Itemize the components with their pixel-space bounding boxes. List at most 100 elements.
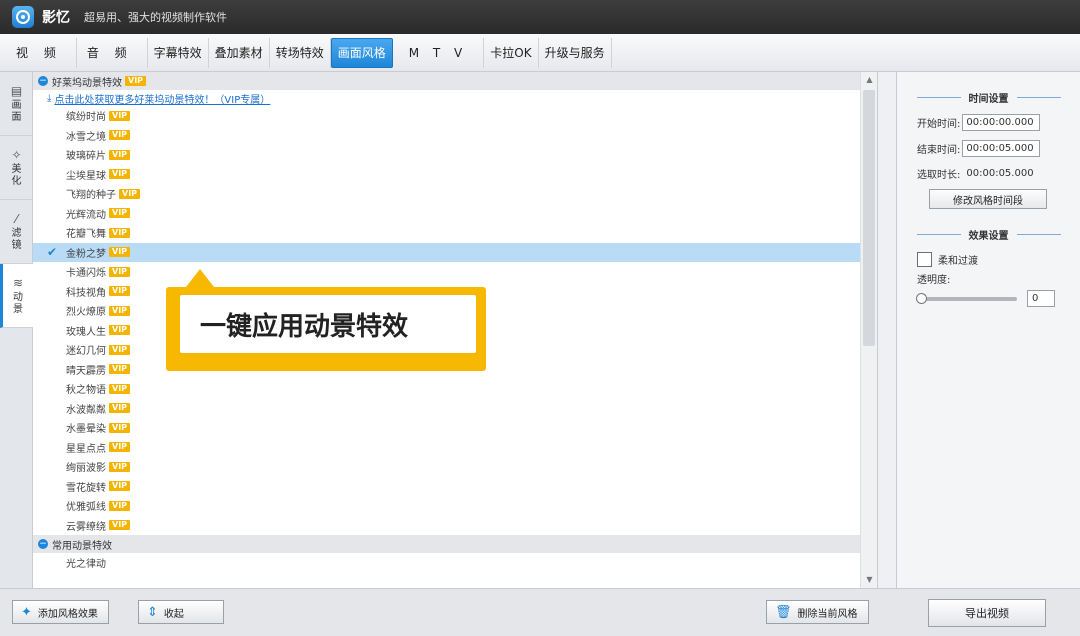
end-time-input[interactable]: 00:00:05.000 [962,140,1041,157]
tab-video[interactable]: 视 频 [6,37,77,68]
group-header-hollywood[interactable]: − 好莱坞动景特效 VIP [33,72,877,90]
group-header-common[interactable]: − 常用动景特效 [33,535,877,553]
effect-item-label: 烈火燎原 [66,307,106,319]
effect-items: 光之律动 [33,553,877,573]
effect-item[interactable]: 飞翔的种子 VIP [33,184,877,204]
title-bar: 影忆 超易用、强大的视频制作软件 [0,0,1080,34]
main-tab-bar: 视 频 音 频 字幕特效 叠加素材 转场特效 画面风格 M T V 卡拉OK 升… [0,34,1080,72]
effect-item[interactable]: 光之律动 [33,553,877,573]
duration-label: 选取时长: [917,170,961,181]
opacity-input[interactable]: 0 [1027,290,1055,307]
effect-item[interactable]: 雪花旋转 VIP [33,477,877,497]
delete-style-button[interactable]: 🗑 删除当前风格 [766,600,869,624]
effect-item-label: 尘埃星球 [66,170,106,182]
side-tab-bar: ▤ 画面 ✧ 美化 ⁄ 滤镜 ≋ 动景 [0,72,33,588]
side-tab-motion[interactable]: ≋ 动景 [0,264,33,328]
side-tab-label: 动景 [13,291,23,315]
effect-item[interactable]: 缤纷时尚 VIP [33,106,877,126]
modify-time-button[interactable]: 修改风格时间段 [929,189,1047,209]
effect-item-label: 迷幻几何 [66,346,106,358]
vip-badge: VIP [109,500,131,511]
tab-audio[interactable]: 音 频 [77,37,148,68]
effect-item-label: 冰雪之境 [66,131,106,143]
effect-item-label: 云雾缭绕 [66,521,106,533]
effect-item[interactable]: 尘埃星球 VIP [33,165,877,185]
promo-link[interactable]: 点击此处获取更多好莱坞动景特效！（VIP专属） [54,91,270,106]
effect-item[interactable]: 花瓣飞舞 VIP [33,223,877,243]
vip-badge: VIP [109,247,131,258]
add-style-button[interactable]: ✦ 添加风格效果 [12,600,109,624]
vip-badge: VIP [109,442,131,453]
effect-item[interactable]: ✔ 金粉之梦 VIP [33,242,877,262]
tab-karaoke[interactable]: 卡拉OK [484,37,539,68]
effect-item[interactable]: 卡通闪烁 VIP [33,262,877,282]
opacity-slider-knob[interactable] [916,292,927,304]
collapse-button[interactable]: ⇕ 收起 [138,600,224,624]
side-tab-label: 画面 [11,99,22,123]
tab-transition-effects[interactable]: 转场特效 [270,37,331,68]
download-icon: ⤓ [47,92,52,104]
vip-badge: VIP [109,403,131,414]
tab-subtitle-effects[interactable]: 字幕特效 [148,37,209,68]
callout-annotation: 一键应用动景特效 [166,269,486,371]
magic-wand-icon: ✧ [11,147,22,162]
motion-icon: ≋ [12,275,24,290]
effect-item[interactable]: 星星点点 VIP [33,438,877,458]
side-tab-filter[interactable]: ⁄ 滤镜 [0,200,33,264]
effect-item-label: 雪花旋转 [66,482,106,494]
effect-item-label: 晴天霹雳 [66,365,106,377]
effect-item-label: 卡通闪烁 [66,268,106,280]
vip-badge: VIP [109,461,131,472]
side-tab-beautify[interactable]: ✧ 美化 [0,136,33,200]
effect-item-label: 金粉之梦 [66,248,106,260]
check-icon: ✔ [47,245,58,260]
effect-item[interactable]: 水墨晕染 VIP [33,418,877,438]
export-video-button[interactable]: 导出视频 [928,599,1046,627]
vip-badge: VIP [109,266,131,277]
effect-item[interactable]: 水波粼粼 VIP [33,399,877,419]
smooth-transition-label: 柔和过渡 [938,256,978,267]
effect-item[interactable]: 优雅弧线 VIP [33,496,877,516]
side-tab-picture[interactable]: ▤ 画面 [0,72,33,136]
settings-panel: 时间设置 开始时间: 00:00:00.000 结束时间: 00:00:05.0… [896,72,1080,588]
end-time-label: 结束时间: [917,145,961,156]
tab-upgrade-service[interactable]: 升级与服务 [539,37,612,68]
opacity-slider[interactable] [916,292,1017,304]
side-tab-label: 美化 [11,163,22,187]
effect-item-label: 秋之物语 [66,385,106,397]
promo-row: ⤓ 点击此处获取更多好莱坞动景特效！（VIP专属） [33,90,877,106]
effect-item[interactable]: 冰雪之境 VIP [33,126,877,146]
vip-badge: VIP [109,208,131,219]
effect-item-label: 玫瑰人生 [66,326,106,338]
effect-settings-title: 效果设置 [897,227,1080,242]
vip-badge: VIP [109,383,131,394]
duration-value: 00:00:05.000 [966,168,1034,179]
scroll-up-icon[interactable]: ▲ [861,72,877,88]
smooth-transition-checkbox[interactable] [917,252,932,267]
effect-item[interactable]: 秋之物语 VIP [33,379,877,399]
opacity-slider-row: 0 [897,290,1080,307]
opacity-row: 透明度: [897,271,1080,286]
bottom-toolbar: ✦ 添加风格效果 ⇕ 收起 🗑 删除当前风格 导出视频 [0,588,1080,636]
vip-badge: VIP [109,422,131,433]
list-scrollbar[interactable]: ▲ ▼ [860,72,877,588]
tab-mtv[interactable]: M T V [393,37,485,68]
tab-picture-style[interactable]: 画面风格 [330,37,393,68]
vip-badge: VIP [109,364,131,375]
vip-badge: VIP [109,325,131,336]
scroll-thumb[interactable] [863,90,875,346]
effect-item[interactable]: 光辉流动 VIP [33,204,877,224]
effect-item[interactable]: 玻璃碎片 VIP [33,145,877,165]
effect-item-label: 水波粼粼 [66,404,106,416]
effect-item[interactable]: 云雾缭绕 VIP [33,516,877,536]
app-logo-icon [12,6,34,28]
app-name: 影忆 [42,10,70,26]
vip-badge: VIP [119,188,141,199]
scroll-down-icon[interactable]: ▼ [861,572,877,588]
tab-overlay-material[interactable]: 叠加素材 [209,37,270,68]
vip-badge: VIP [109,169,131,180]
effect-item-label: 优雅弧线 [66,502,106,514]
effect-item[interactable]: 绚丽波影 VIP [33,457,877,477]
start-time-input[interactable]: 00:00:00.000 [962,114,1041,131]
callout-text: 一键应用动景特效 [180,295,476,353]
